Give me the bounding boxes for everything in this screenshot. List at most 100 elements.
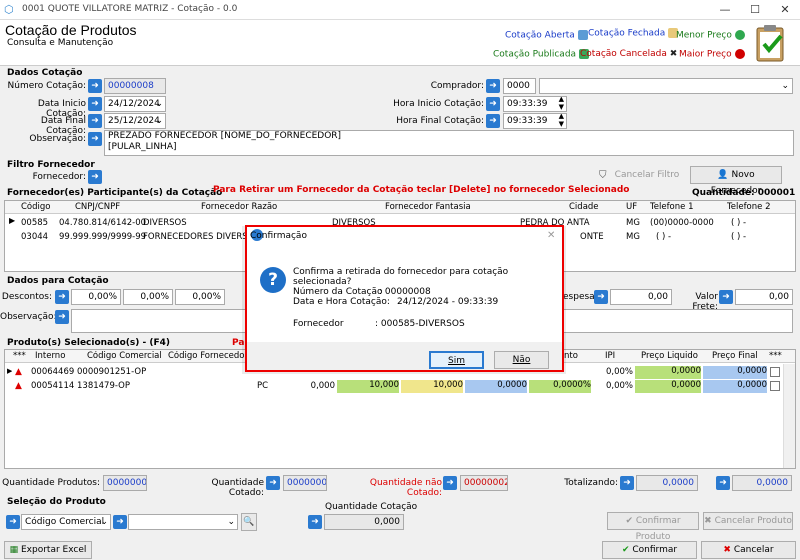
- arrow-icon: ➜: [113, 515, 127, 529]
- qtd-nao-cotado-field: 00000002: [460, 475, 508, 491]
- cell: ONTE: [580, 232, 604, 242]
- legend-menor-preco: Menor Preço: [676, 30, 745, 41]
- col-header: ***: [769, 351, 782, 361]
- dialog-titlebar: Confirmação ✕: [247, 227, 562, 245]
- dialog-body: ? Confirma a retirada do fornecedor para…: [247, 245, 562, 342]
- desconto-1-field[interactable]: 0,00%: [71, 289, 121, 305]
- arrow-icon: ➜: [88, 114, 102, 128]
- cell: 0,0000: [635, 366, 701, 379]
- observacao-label: Observação:: [29, 134, 86, 144]
- dialog-fornecedor-label: Fornecedor: [293, 319, 344, 329]
- tipo-select[interactable]: Código Comercial ⌄: [21, 514, 111, 530]
- arrow-icon: ➜: [88, 132, 102, 146]
- row-pointer-icon: ▶: [9, 216, 16, 225]
- col-header: Preço Liquido: [641, 351, 698, 361]
- descontos-label: Descontos:: [1, 292, 52, 302]
- despesas-field[interactable]: 0,00: [610, 289, 672, 305]
- filter-icon: ⛉: [599, 170, 607, 181]
- participantes-quantidade: Quantidade: 000001: [692, 188, 796, 198]
- vertical-scrollbar[interactable]: [783, 364, 795, 468]
- col-header: Preço Final: [712, 351, 758, 361]
- dialog-sim-button[interactable]: Sim: [429, 351, 484, 369]
- comprador-code-field[interactable]: 0000: [503, 78, 536, 94]
- col-header: Interno: [35, 351, 66, 361]
- chevron-down-icon: ⌄: [100, 517, 108, 527]
- arrow-icon: ➜: [266, 476, 280, 490]
- legend-maior-preco: Maior Preço: [679, 49, 745, 60]
- close-button[interactable]: ✕: [770, 0, 800, 20]
- desconto-2-field[interactable]: 0,00%: [123, 289, 173, 305]
- cell: ( ) -: [656, 232, 672, 242]
- cell: 03044: [21, 232, 49, 242]
- dialog-close-icon[interactable]: ✕: [547, 230, 555, 241]
- col-header: Telefone 2: [727, 202, 771, 212]
- participantes-hint: Para Retirar um Fornecedor da Cotação te…: [213, 185, 630, 195]
- cell: 0,0000: [465, 380, 527, 393]
- cell: MG: [626, 218, 640, 228]
- qtd-cotado-label: Quantidade Cotado:: [211, 478, 264, 498]
- search-button[interactable]: 🔍: [241, 513, 257, 531]
- square-icon: [577, 30, 588, 40]
- arrow-icon: ➜: [443, 476, 457, 490]
- spin-icon[interactable]: ▲ ▼: [559, 114, 564, 128]
- arrow-icon: ➜: [88, 170, 102, 184]
- observacao-line: [PULAR_LINHA]: [108, 142, 177, 152]
- produto-search-select[interactable]: ⌄: [128, 514, 238, 530]
- hora-inicio-label: Hora Inicio Cotação:: [393, 99, 484, 109]
- table-row[interactable]: ▲ 00054114 1381479-OP PC 0,000 10,000 10…: [5, 380, 795, 393]
- cancelar-filtro-button[interactable]: Cancelar Filtro: [612, 167, 682, 185]
- maximize-button[interactable]: ☐: [740, 0, 770, 20]
- cell: 10,000: [337, 380, 399, 393]
- alert-icon: [734, 49, 745, 59]
- confirmar-produto-button[interactable]: ✔ Confirmar Produto: [607, 512, 699, 542]
- col-header: IPI: [605, 351, 616, 361]
- cell: 0,0000: [635, 380, 701, 393]
- cell: 0,0000: [703, 366, 767, 379]
- exportar-excel-button[interactable]: ▦ Exportar Excel: [4, 541, 92, 559]
- total-final-field: 0,0000: [732, 475, 792, 491]
- row-checkbox[interactable]: [770, 381, 780, 391]
- cell: 00064469: [31, 367, 75, 377]
- cell: 04.780.814/6142-00: [59, 218, 147, 228]
- col-header: Código Fornecedor: [168, 351, 248, 361]
- total-liquido-field: 0,0000: [636, 475, 698, 491]
- data-inicio-field[interactable]: 24/12/2024 ⌄: [104, 96, 166, 112]
- cancelar-button[interactable]: ✖ Cancelar: [701, 541, 796, 559]
- desconto-3-field[interactable]: 0,00%: [175, 289, 225, 305]
- cancelar-produto-button[interactable]: ✖ Cancelar Produto: [703, 512, 793, 530]
- numero-cotacao-field[interactable]: 00000008: [104, 78, 166, 94]
- data-final-field[interactable]: 25/12/2024 ⌄: [104, 113, 166, 129]
- hora-inicio-field[interactable]: 09:33:39 ▲ ▼: [503, 96, 567, 112]
- section-selecao-produto: Seleção do Produto: [7, 497, 106, 507]
- cell: 00585: [21, 218, 49, 228]
- dialog-nao-button[interactable]: Não: [494, 351, 549, 369]
- dialog-fornecedor-value: : 000585-DIVERSOS: [375, 319, 465, 329]
- comprador-select[interactable]: ⌄: [539, 78, 793, 94]
- cell: MG: [626, 232, 640, 242]
- section-filtro-fornecedor: Filtro Fornecedor: [7, 160, 95, 170]
- novo-fornecedor-button[interactable]: 👤 Novo Fornecedor: [690, 166, 782, 196]
- hora-final-field[interactable]: 09:33:39 ▲ ▼: [503, 113, 567, 129]
- observacao-textarea[interactable]: PREZADO FORNECEDOR [NOME_DO_FORNECEDOR] …: [104, 130, 794, 156]
- obs-cotacao-label: Observação:: [0, 312, 57, 322]
- arrow-icon: ➜: [594, 290, 608, 304]
- row-checkbox[interactable]: [770, 367, 780, 377]
- chevron-down-icon: ⌄: [155, 99, 163, 109]
- section-participantes: Fornecedor(es) Participante(s) da Cotaçã…: [7, 188, 223, 198]
- col-header: CNPJ/CNPF: [75, 202, 121, 212]
- spin-icon[interactable]: ▲ ▼: [559, 97, 564, 111]
- data-final-label: Data Final Cotação:: [40, 116, 86, 136]
- frete-field[interactable]: 0,00: [735, 289, 793, 305]
- qtd-cotado-field: 00000000: [283, 475, 327, 491]
- col-header: Fornecedor Razão: [201, 202, 278, 212]
- cell: 10,000: [401, 380, 463, 393]
- cell: 0,00%: [601, 381, 633, 391]
- cell: 1381479-OP: [77, 381, 130, 391]
- cell: 0,00%: [601, 367, 633, 377]
- arrow-icon: ➜: [486, 79, 500, 93]
- qtd-cotacao-field[interactable]: 0,000: [324, 514, 404, 530]
- confirmar-button[interactable]: ✔ Confirmar: [602, 541, 697, 559]
- dialog-datahora-label: Data e Hora Cotação:: [293, 297, 390, 307]
- observacao-line: PREZADO FORNECEDOR [NOME_DO_FORNECEDOR]: [108, 131, 342, 141]
- minimize-button[interactable]: —: [710, 0, 740, 20]
